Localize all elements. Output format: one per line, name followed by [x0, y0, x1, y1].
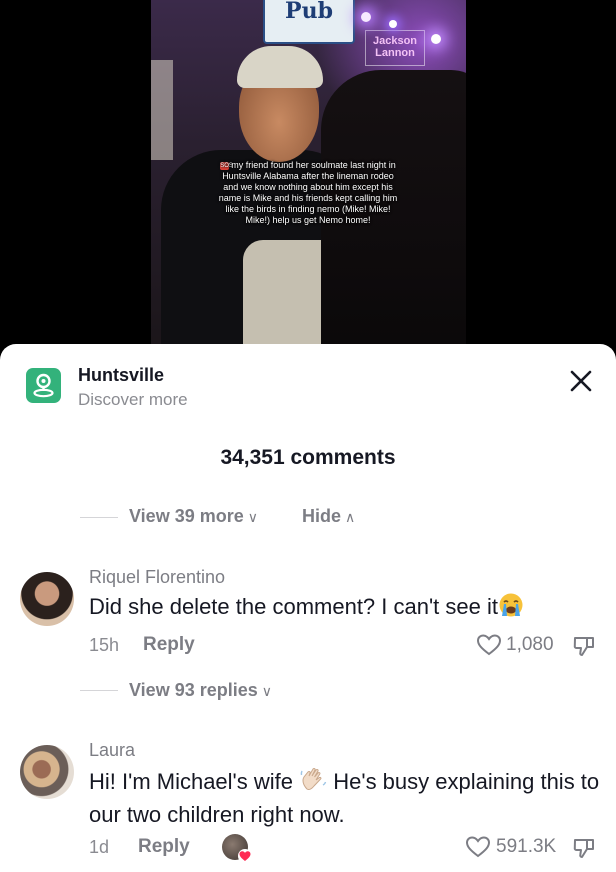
comment-text: Did she delete the comment? I can't see … — [89, 592, 524, 625]
stage-light — [431, 34, 441, 44]
chevron-down-icon: ∨ — [261, 683, 273, 699]
background-wall — [151, 60, 173, 160]
comment-time: 1d — [89, 837, 110, 857]
like-count: 591.3K — [496, 836, 557, 857]
waving-hand-emoji-icon — [299, 765, 327, 800]
video-player[interactable]: Pub Jackson Lannon SOSmy friend found he… — [0, 0, 616, 360]
creator-liked-avatar — [222, 834, 252, 863]
location-pin-icon[interactable] — [26, 368, 61, 403]
venue-banner: Jackson Lannon — [365, 30, 425, 66]
thread-divider — [80, 517, 118, 518]
dislike-icon[interactable] — [572, 634, 596, 663]
stage-light — [361, 12, 371, 22]
location-name[interactable]: Huntsville — [78, 365, 164, 386]
alert-icon: SOS — [220, 161, 233, 170]
view-replies-button[interactable]: View 93 replies ∨ — [129, 680, 272, 701]
crying-face-emoji-icon — [498, 592, 524, 625]
video-frame[interactable]: Pub Jackson Lannon SOSmy friend found he… — [151, 0, 466, 360]
comment-text-body: Did she delete the comment? I can't see … — [89, 594, 498, 619]
hide-replies-button[interactable]: Hide ∧ — [302, 506, 355, 527]
heart-icon[interactable] — [465, 835, 491, 864]
close-icon[interactable] — [566, 366, 596, 396]
video-caption: SOSmy friend found her soulmate last nig… — [215, 160, 401, 226]
chevron-down-icon: ∨ — [247, 509, 258, 525]
comment-time: 15h — [89, 635, 120, 655]
view-more-label: View 39 more — [129, 506, 244, 526]
heart-icon[interactable] — [476, 633, 502, 662]
comment-author[interactable]: Riquel Florentino — [89, 567, 225, 588]
thread-divider — [80, 690, 118, 691]
person-cap — [237, 46, 323, 88]
pub-sign: Pub — [263, 0, 355, 44]
comment-author[interactable]: Laura — [89, 740, 135, 761]
avatar[interactable] — [20, 572, 74, 626]
chevron-up-icon: ∧ — [345, 509, 356, 525]
comment-count: 34,351 comments — [220, 446, 396, 469]
avatar[interactable] — [20, 745, 74, 799]
creator-heart-icon — [238, 849, 252, 863]
comments-sheet: Huntsville Discover more 34,351 comments… — [0, 344, 616, 872]
stage-light — [389, 20, 397, 28]
view-more-replies-button[interactable]: View 39 more ∨ — [129, 506, 258, 527]
video-caption-text: my friend found her soulmate last night … — [218, 160, 398, 225]
like-count: 1,080 — [506, 634, 554, 655]
comment-text-part1: Hi! I'm Michael's wife — [89, 769, 293, 794]
dislike-icon[interactable] — [572, 836, 596, 865]
view-replies-label: View 93 replies — [129, 680, 258, 700]
location-discover-more[interactable]: Discover more — [78, 390, 188, 410]
reply-button[interactable]: Reply — [138, 836, 190, 858]
hide-label: Hide — [302, 506, 342, 526]
reply-button[interactable]: Reply — [143, 634, 195, 656]
comment-text: Hi! I'm Michael's wife He's busy explain… — [89, 765, 604, 829]
